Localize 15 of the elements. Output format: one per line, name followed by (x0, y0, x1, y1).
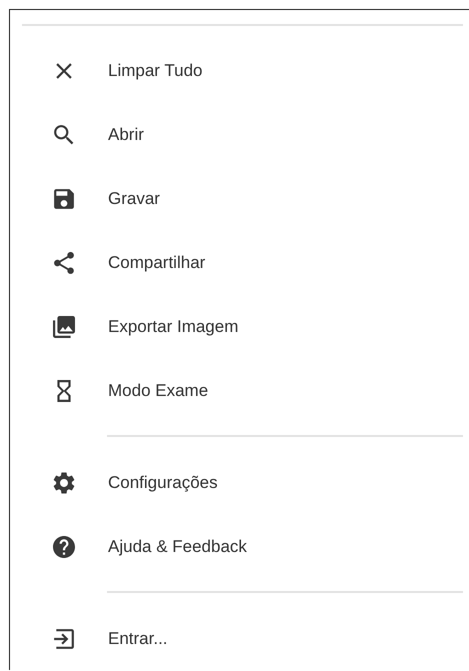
menu-item[interactable]: Exportar Imagem (10, 295, 469, 359)
help-icon (53, 536, 75, 558)
images-icon (53, 316, 75, 338)
menu-item[interactable]: Ajuda & Feedback (10, 515, 469, 579)
search-icon (53, 124, 75, 146)
share-icon (53, 252, 75, 274)
menu-item[interactable]: Limpar Tudo (10, 39, 469, 103)
menu-item[interactable]: Modo Exame (10, 359, 469, 423)
menu-item[interactable]: Abrir (10, 103, 469, 167)
menu-item[interactable]: Gravar (10, 167, 469, 231)
settings-icon (53, 472, 75, 494)
menu-item[interactable]: Compartilhar (10, 231, 469, 295)
arrow-into-box-icon (53, 628, 75, 650)
menu-item[interactable]: Entrar... (10, 607, 469, 670)
menu-item[interactable]: Configurações (10, 451, 469, 515)
